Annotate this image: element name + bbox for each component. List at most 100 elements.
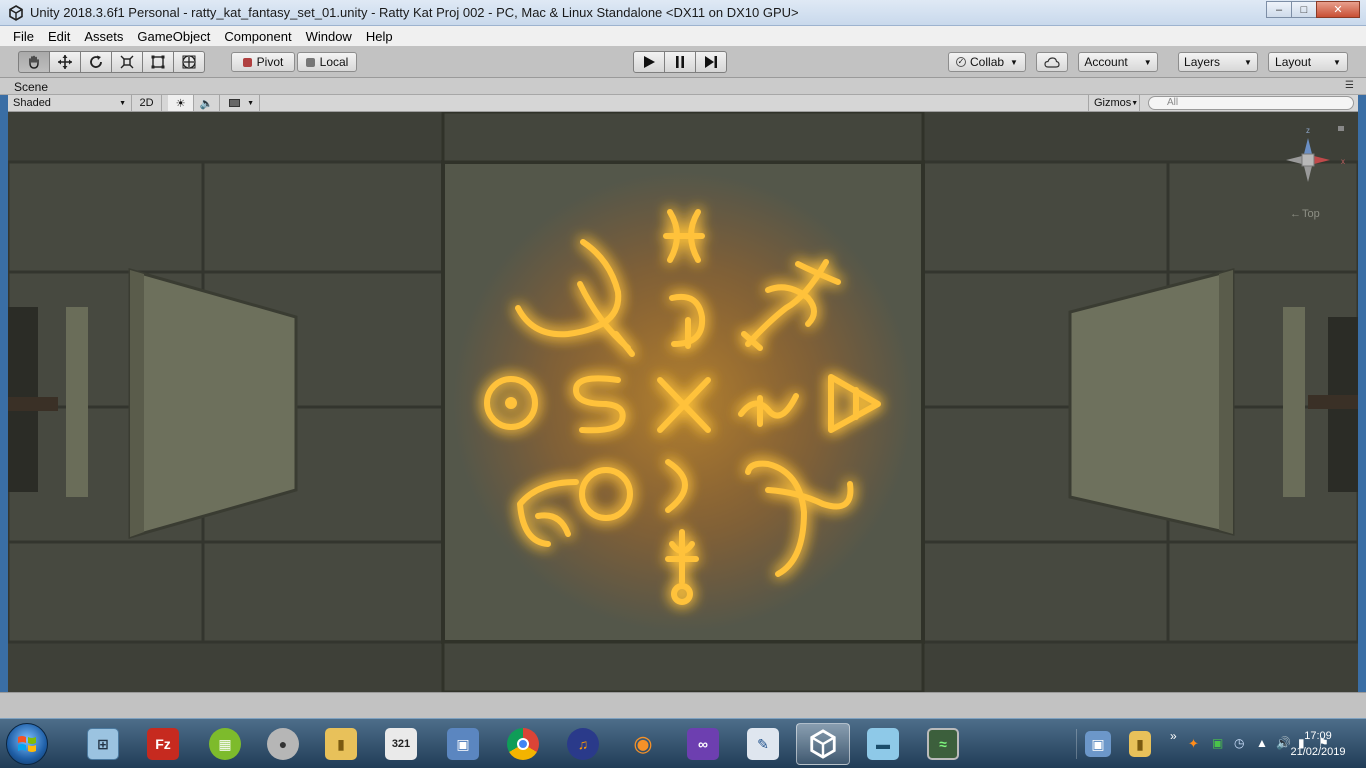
cube-icon — [305, 57, 315, 67]
cloud-icon — [1044, 56, 1060, 68]
chevron-down-icon: ▼ — [1010, 57, 1018, 67]
green-app-icon[interactable]: ▦ — [198, 723, 252, 765]
menu-window[interactable]: Window — [299, 29, 359, 44]
move-tool-button[interactable] — [49, 51, 81, 73]
menu-help[interactable]: Help — [359, 29, 400, 44]
play-button[interactable] — [633, 51, 665, 73]
rotate-tool-button[interactable] — [80, 51, 112, 73]
menu-gameobject[interactable]: GameObject — [130, 29, 217, 44]
unity-icon[interactable] — [796, 723, 850, 765]
speaker-app-icon[interactable]: ● — [256, 723, 310, 765]
scale-tool-button[interactable] — [111, 51, 143, 73]
clock-time: 17:09 — [1304, 730, 1332, 742]
image-icon — [229, 99, 240, 107]
scene-toolbar: Shaded ▼ 2D ☀ 🔈 ▼ Gizmos ▼ All — [8, 95, 1358, 112]
local-toggle-button[interactable]: Local — [297, 52, 357, 72]
network-icon[interactable]: ▲ — [1256, 736, 1272, 752]
tab-scene[interactable]: Scene — [14, 80, 48, 94]
lock-icon[interactable] — [1338, 126, 1344, 131]
play-icon — [644, 56, 655, 68]
editor-icon[interactable]: ✎ — [736, 723, 790, 765]
battery-app-icon[interactable]: ▣ — [1212, 736, 1228, 752]
scene-search-input[interactable]: All — [1148, 96, 1354, 110]
menu-file[interactable]: File — [6, 29, 41, 44]
collab-dropdown[interactable]: ✓ Collab ▼ — [948, 52, 1026, 72]
unity-logo-icon — [9, 4, 23, 21]
audio-toggle-button[interactable]: 🔈 — [194, 95, 220, 111]
pivot-toggle-button[interactable]: Pivot — [231, 52, 295, 72]
minimize-button[interactable]: – — [1266, 1, 1292, 18]
hand-icon — [29, 55, 39, 69]
visual-studio-icon[interactable]: ∞ — [676, 723, 730, 765]
menu-edit[interactable]: Edit — [41, 29, 77, 44]
sun-icon: ☀ — [175, 97, 186, 110]
notepad-icon[interactable]: ▬ — [856, 723, 910, 765]
title-bar: Unity 2018.3.6f1 Personal - ratty_kat_fa… — [0, 0, 1366, 26]
cloud-button[interactable] — [1036, 52, 1068, 72]
collab-label: Collab — [970, 55, 1005, 69]
pivot-icon — [242, 57, 252, 67]
chevron-down-icon: ▼ — [119, 99, 126, 107]
scale-icon — [120, 55, 134, 69]
local-label: Local — [319, 55, 349, 69]
step-button[interactable] — [695, 51, 727, 73]
taskbar: ⊞ Fz ▦ ● ▮ 321 ▣ ♫ ◉ ∞ ✎ ▬ ≈ ▣ ▮ » ✦ ▣ ◷… — [0, 718, 1366, 768]
headphones-icon[interactable]: ♫ — [556, 723, 610, 765]
transform-tools — [18, 51, 205, 73]
layout-dropdown[interactable]: Layout ▼ — [1268, 52, 1348, 72]
pause-button[interactable] — [664, 51, 696, 73]
menu-component[interactable]: Component — [217, 29, 298, 44]
folder-icon[interactable]: ▮ — [1120, 723, 1160, 765]
rect-tool-button[interactable] — [142, 51, 174, 73]
gizmos-label: Gizmos — [1094, 97, 1132, 109]
clapper-icon[interactable]: 321 — [374, 723, 428, 765]
menu-assets[interactable]: Assets — [77, 29, 130, 44]
chevron-up-icon[interactable]: » — [1170, 729, 1186, 745]
calculator-icon[interactable]: ⊞ — [76, 723, 130, 765]
status-bar — [0, 692, 1366, 718]
2d-toggle-button[interactable]: 2D — [132, 95, 162, 111]
2d-label: 2D — [139, 97, 154, 109]
hand-tool-button[interactable] — [18, 51, 50, 73]
effects-dropdown[interactable]: ▼ — [224, 95, 260, 111]
chrome-icon[interactable] — [496, 723, 550, 765]
tab-menu-icon[interactable]: ☰ — [1345, 80, 1354, 91]
check-circle-icon: ✓ — [956, 57, 967, 67]
layout-label: Layout — [1275, 55, 1312, 69]
computer-icon[interactable]: ▣ — [1078, 723, 1118, 765]
account-dropdown[interactable]: Account ▼ — [1078, 52, 1158, 72]
maximize-button[interactable]: □ — [1291, 1, 1317, 18]
rect-icon — [151, 55, 165, 69]
layers-label: Layers — [1184, 55, 1221, 69]
filezilla-icon[interactable]: Fz — [136, 723, 190, 765]
move-icon — [58, 55, 72, 69]
scene-viewport[interactable]: z x ← Top — [8, 112, 1358, 692]
main-toolbar: Pivot Local ✓ Collab ▼ Account ▼ Layers … — [0, 46, 1366, 78]
lighting-toggle-button[interactable]: ☀ — [168, 95, 194, 111]
layers-dropdown[interactable]: Layers ▼ — [1178, 52, 1258, 72]
account-label: Account — [1084, 55, 1128, 69]
clock-app-icon[interactable]: ◷ — [1234, 736, 1250, 752]
chevron-down-icon: ▼ — [1131, 99, 1139, 107]
blender-icon[interactable]: ◉ — [616, 723, 670, 765]
shading-mode-dropdown[interactable]: Shaded ▼ — [8, 95, 132, 111]
shading-mode-label: Shaded — [13, 97, 51, 109]
menu-bar: File Edit Assets GameObject Component Wi… — [0, 26, 1366, 46]
windows-logo-icon — [18, 736, 36, 752]
axis-x-label: x — [1341, 157, 1345, 166]
scene-tab-header: Scene ☰ — [0, 78, 1366, 95]
gizmos-dropdown[interactable]: Gizmos ▼ — [1088, 95, 1140, 111]
view-name-icon: ← — [1290, 208, 1301, 220]
transform-icon — [182, 55, 196, 69]
chevron-down-icon: ▼ — [1244, 57, 1252, 67]
play-controls — [633, 51, 727, 73]
transform-tool-button[interactable] — [173, 51, 205, 73]
monitor-icon[interactable]: ≈ — [916, 723, 970, 765]
start-button[interactable] — [6, 723, 48, 765]
taskbar-clock[interactable]: 17:09 21/02/2019 — [1278, 728, 1358, 760]
remote-desktop-icon[interactable]: ▣ — [436, 723, 490, 765]
view-label[interactable]: Top — [1302, 208, 1320, 220]
close-button[interactable]: ✕ — [1316, 1, 1360, 18]
avast-icon[interactable]: ✦ — [1188, 736, 1204, 752]
folder-app-icon[interactable]: ▮ — [314, 723, 368, 765]
